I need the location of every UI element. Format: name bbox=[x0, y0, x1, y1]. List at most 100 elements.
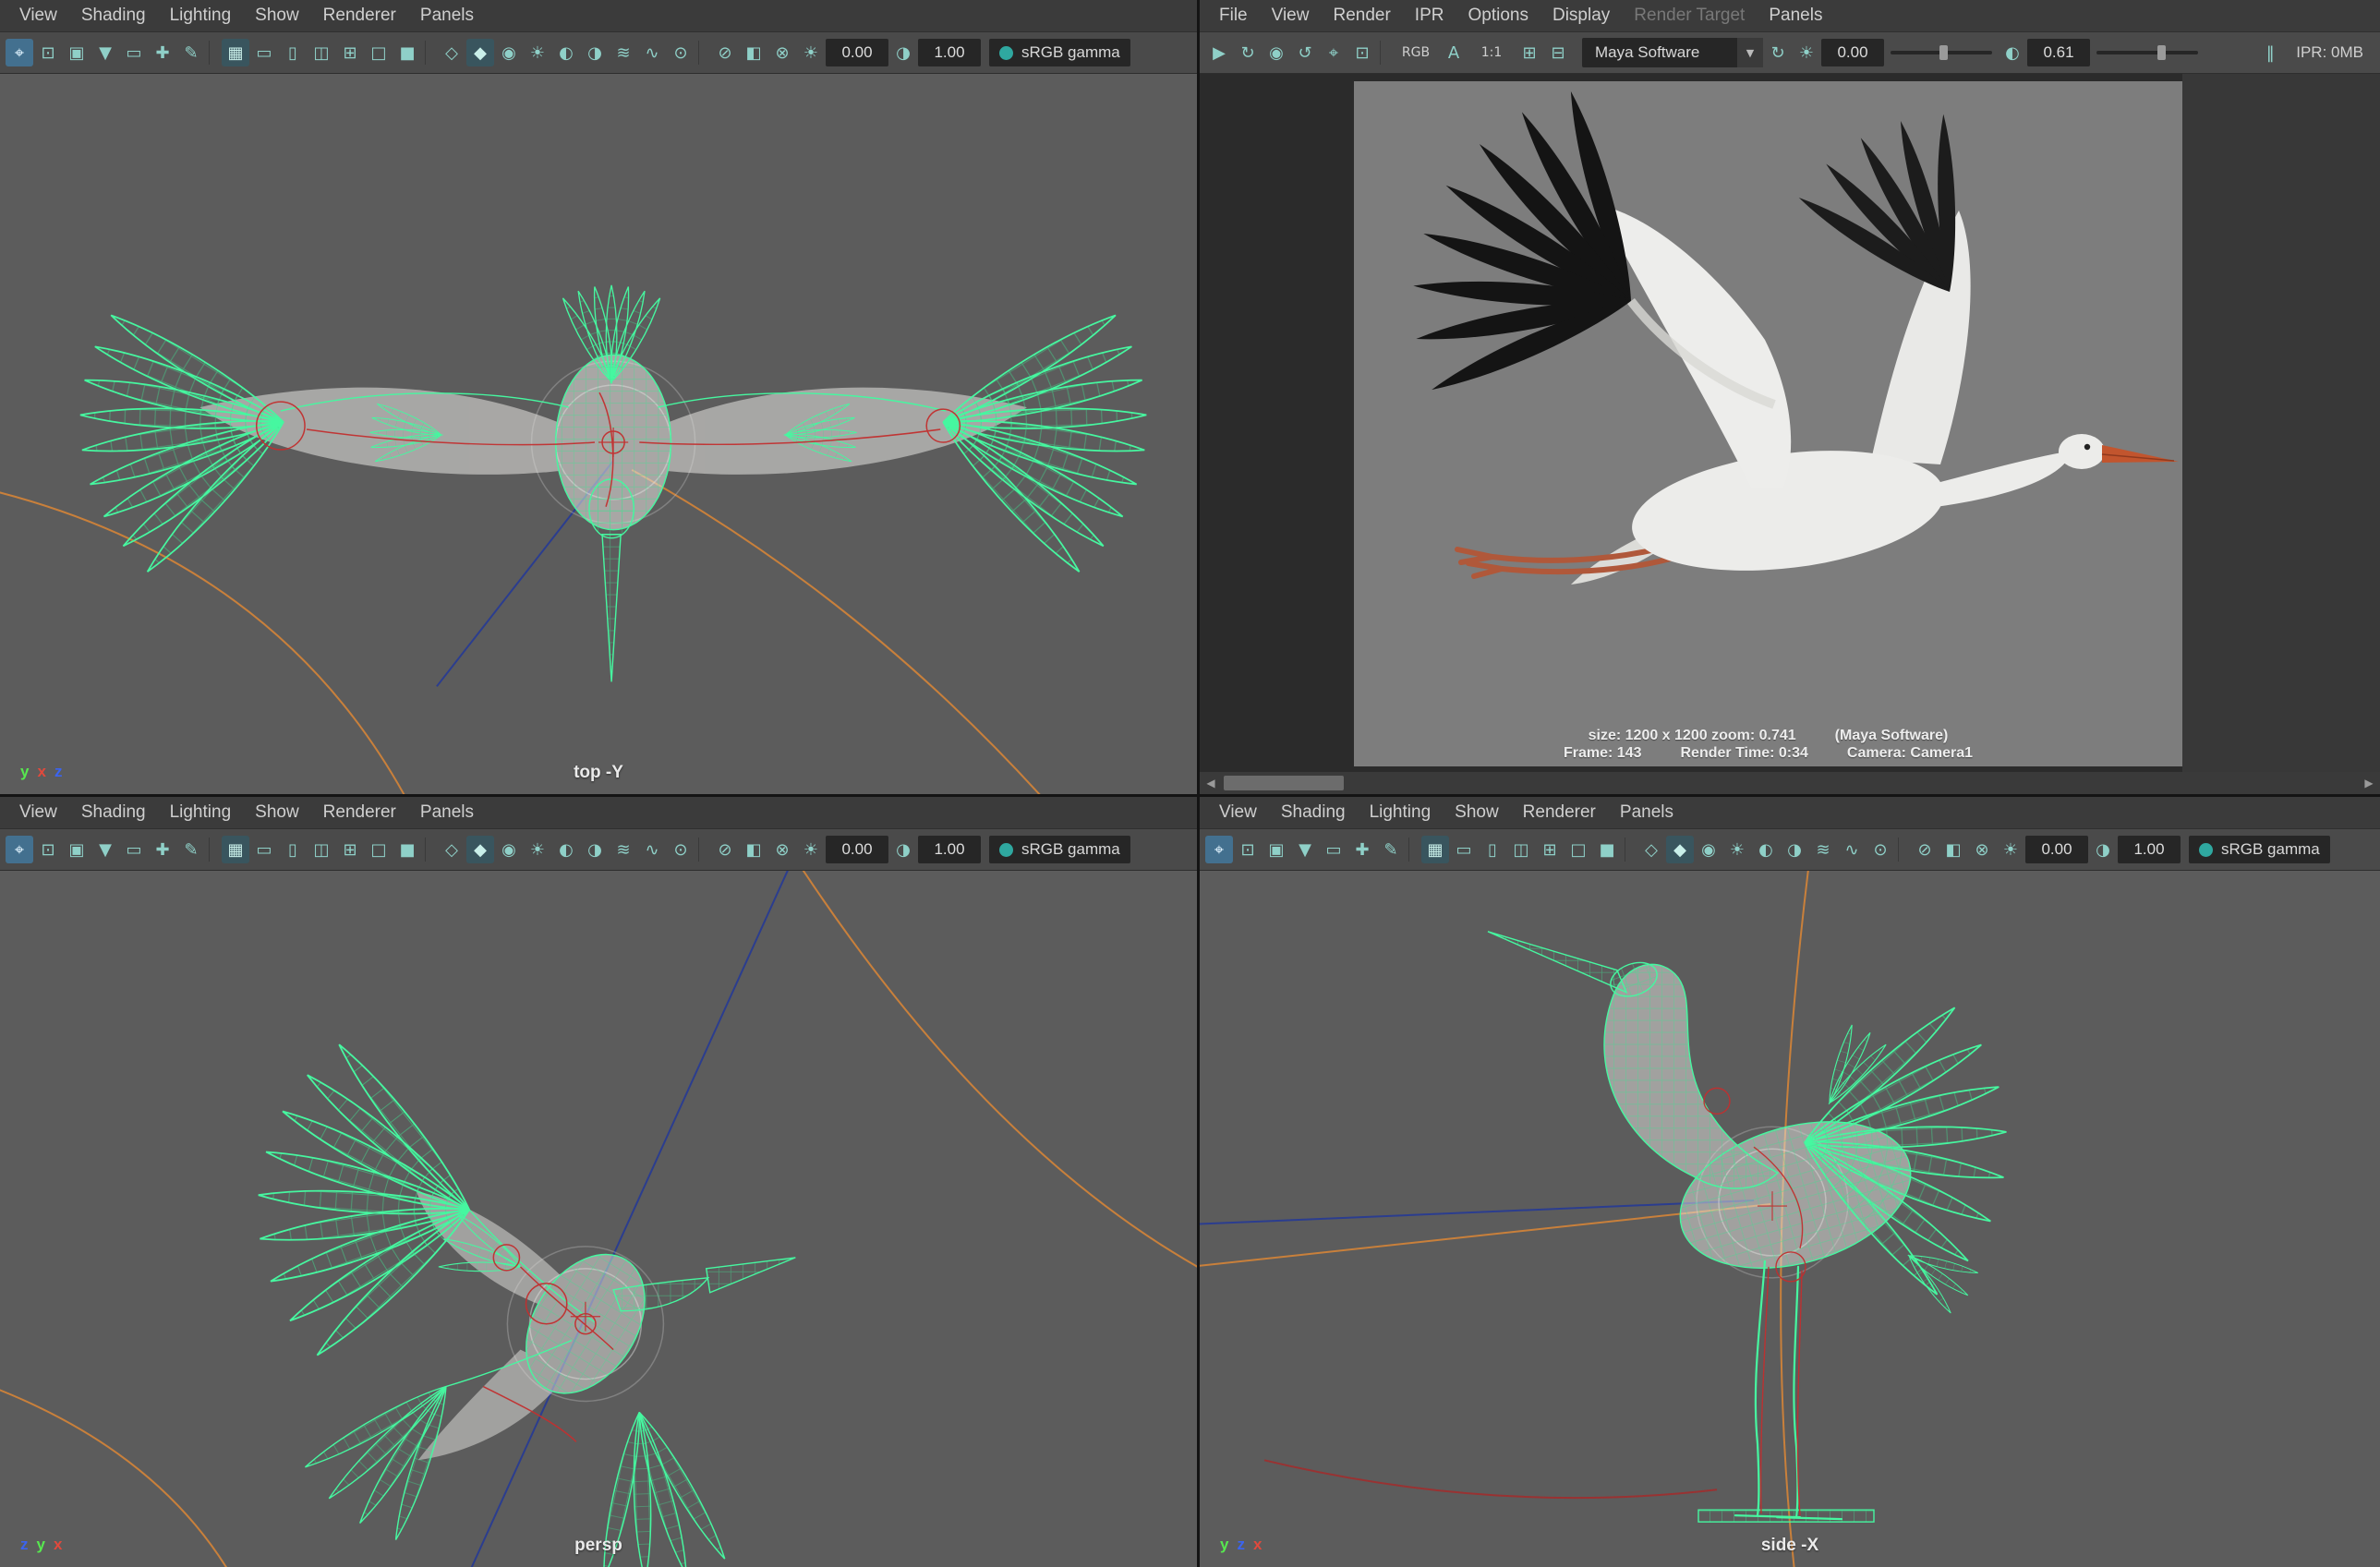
grease-pencil-icon[interactable]: ✎ bbox=[177, 836, 205, 863]
joints-x-ray-icon[interactable]: ⊗ bbox=[768, 836, 796, 863]
redo-previous-render-icon[interactable]: ↻ bbox=[1234, 39, 1262, 66]
remove-image-icon[interactable]: ⊟ bbox=[1544, 39, 1572, 66]
select-camera-icon[interactable]: ⌖ bbox=[1205, 836, 1233, 863]
camera-attributes-icon[interactable]: ▣ bbox=[63, 836, 91, 863]
menu-file[interactable]: File bbox=[1207, 0, 1260, 31]
colorspace-dropdown[interactable]: sRGB gamma bbox=[989, 39, 1130, 66]
refresh-render-icon[interactable]: ↻ bbox=[1764, 39, 1792, 66]
contrast-slider[interactable] bbox=[2096, 45, 2198, 60]
film-gate-icon[interactable]: ▭ bbox=[250, 836, 278, 863]
exposure-icon[interactable]: ☀ bbox=[797, 39, 825, 66]
menu-lighting[interactable]: Lighting bbox=[1358, 797, 1444, 828]
menu-shading[interactable]: Shading bbox=[69, 0, 158, 31]
wireframe-icon[interactable]: ◇ bbox=[1637, 836, 1665, 863]
toolbar-separator[interactable] bbox=[209, 41, 218, 65]
smooth-shade-icon[interactable]: ◆ bbox=[1666, 836, 1694, 863]
shadows-icon[interactable]: ◐ bbox=[552, 836, 580, 863]
x-ray-icon[interactable]: ◧ bbox=[1939, 836, 1967, 863]
render-region-icon[interactable]: ⊡ bbox=[1348, 39, 1376, 66]
image-plane-icon[interactable]: ▭ bbox=[120, 39, 148, 66]
lock-camera-icon[interactable]: ⊡ bbox=[1234, 836, 1262, 863]
menu-lighting[interactable]: Lighting bbox=[158, 797, 244, 828]
menu-options[interactable]: Options bbox=[1456, 0, 1540, 31]
shadows-icon[interactable]: ◐ bbox=[1752, 836, 1780, 863]
isolate-select-icon[interactable]: ⊘ bbox=[711, 39, 739, 66]
bookmark-icon[interactable]: ▼ bbox=[91, 836, 119, 863]
snapshot-icon[interactable]: ⌖ bbox=[1320, 39, 1347, 66]
viewport-top-canvas[interactable]: top -Y yxz bbox=[0, 74, 1197, 794]
motion-blur-icon[interactable]: ≋ bbox=[610, 39, 637, 66]
render-icon[interactable]: ▶ bbox=[1205, 39, 1233, 66]
resolution-gate-icon[interactable]: ▯ bbox=[279, 39, 307, 66]
use-all-lights-icon[interactable]: ☀ bbox=[524, 836, 551, 863]
display-exposure-field[interactable]: 0.00 bbox=[1821, 39, 1884, 66]
exposure-field[interactable]: 0.00 bbox=[826, 39, 888, 66]
lock-camera-icon[interactable]: ⊡ bbox=[34, 836, 62, 863]
render-view-canvas[interactable]: size: 1200 x 1200 zoom: 0.741 (Maya Soft… bbox=[1200, 74, 2380, 772]
bookmark-icon[interactable]: ▼ bbox=[91, 39, 119, 66]
gate-mask-icon[interactable]: ◫ bbox=[1507, 836, 1535, 863]
toolbar-separator[interactable] bbox=[1898, 838, 1907, 862]
anti-aliasing-icon[interactable]: ∿ bbox=[1838, 836, 1866, 863]
field-chart-icon[interactable]: ⊞ bbox=[336, 836, 364, 863]
exposure-field[interactable]: 0.00 bbox=[2025, 836, 2088, 863]
two-d-pan-zoom-icon[interactable]: ✚ bbox=[1348, 836, 1376, 863]
resolution-gate-icon[interactable]: ▯ bbox=[279, 836, 307, 863]
safe-title-icon[interactable]: ■ bbox=[1593, 836, 1621, 863]
renderer-dropdown[interactable]: Maya Software ▼ bbox=[1582, 38, 1763, 67]
joints-x-ray-icon[interactable]: ⊗ bbox=[768, 39, 796, 66]
menu-renderer[interactable]: Renderer bbox=[1511, 797, 1608, 828]
safe-title-icon[interactable]: ■ bbox=[393, 39, 421, 66]
rgb-channels-icon[interactable]: RGB bbox=[1393, 39, 1439, 66]
toolbar-separator[interactable] bbox=[698, 41, 707, 65]
menu-view[interactable]: View bbox=[7, 797, 69, 828]
use-all-lights-icon[interactable]: ☀ bbox=[524, 39, 551, 66]
resolution-gate-icon[interactable]: ▯ bbox=[1479, 836, 1506, 863]
select-camera-icon[interactable]: ⌖ bbox=[6, 836, 33, 863]
gamma-field[interactable]: 1.00 bbox=[918, 39, 981, 66]
toolbar-separator[interactable] bbox=[1380, 41, 1389, 65]
safe-action-icon[interactable]: □ bbox=[365, 39, 393, 66]
toolbar-separator[interactable] bbox=[425, 838, 434, 862]
menu-panels[interactable]: Panels bbox=[1608, 797, 1685, 828]
depth-of-field-icon[interactable]: ⊙ bbox=[1867, 836, 1894, 863]
screen-space-ao-icon[interactable]: ◑ bbox=[581, 39, 609, 66]
menu-view[interactable]: View bbox=[7, 0, 69, 31]
menu-view[interactable]: View bbox=[1260, 0, 1322, 31]
depth-of-field-icon[interactable]: ⊙ bbox=[667, 39, 695, 66]
gate-mask-icon[interactable]: ◫ bbox=[308, 39, 335, 66]
smooth-shade-icon[interactable]: ◆ bbox=[466, 39, 494, 66]
image-plane-icon[interactable]: ▭ bbox=[1320, 836, 1347, 863]
menu-show[interactable]: Show bbox=[1443, 797, 1511, 828]
alpha-channel-icon[interactable]: A bbox=[1440, 39, 1468, 66]
menu-panels[interactable]: Panels bbox=[1757, 0, 1834, 31]
motion-blur-icon[interactable]: ≋ bbox=[610, 836, 637, 863]
camera-attributes-icon[interactable]: ▣ bbox=[63, 39, 91, 66]
scroll-right-icon[interactable]: ▶ bbox=[2358, 777, 2380, 790]
field-chart-icon[interactable]: ⊞ bbox=[336, 39, 364, 66]
one-to-one-zoom-icon[interactable]: 1:1 bbox=[1468, 39, 1515, 66]
gamma-icon[interactable]: ◑ bbox=[2089, 836, 2117, 863]
safe-title-icon[interactable]: ■ bbox=[393, 836, 421, 863]
viewport-side-canvas[interactable]: side -X yzx bbox=[1200, 871, 2380, 1567]
isolate-select-icon[interactable]: ⊘ bbox=[1911, 836, 1939, 863]
x-ray-icon[interactable]: ◧ bbox=[740, 836, 767, 863]
pause-ipr-tuning-icon[interactable]: ↺ bbox=[1291, 39, 1319, 66]
toolbar-separator[interactable] bbox=[1625, 838, 1634, 862]
grid-icon[interactable]: ▦ bbox=[222, 39, 249, 66]
toolbar-separator[interactable] bbox=[209, 838, 218, 862]
textured-icon[interactable]: ◉ bbox=[1695, 836, 1722, 863]
camera-attributes-icon[interactable]: ▣ bbox=[1262, 836, 1290, 863]
motion-path-curve[interactable] bbox=[0, 871, 1197, 1567]
gamma-icon[interactable]: ◑ bbox=[889, 836, 917, 863]
isolate-select-icon[interactable]: ⊘ bbox=[711, 836, 739, 863]
screen-space-ao-icon[interactable]: ◑ bbox=[1781, 836, 1808, 863]
select-camera-icon[interactable]: ⌖ bbox=[6, 39, 33, 66]
two-d-pan-zoom-icon[interactable]: ✚ bbox=[149, 39, 176, 66]
exposure-slider[interactable] bbox=[1891, 45, 1992, 60]
toolbar-separator[interactable] bbox=[698, 838, 707, 862]
contrast-slider-knob[interactable] bbox=[2157, 45, 2166, 60]
safe-action-icon[interactable]: □ bbox=[1565, 836, 1592, 863]
menu-shading[interactable]: Shading bbox=[1269, 797, 1358, 828]
stork-model-top[interactable] bbox=[79, 284, 1148, 682]
